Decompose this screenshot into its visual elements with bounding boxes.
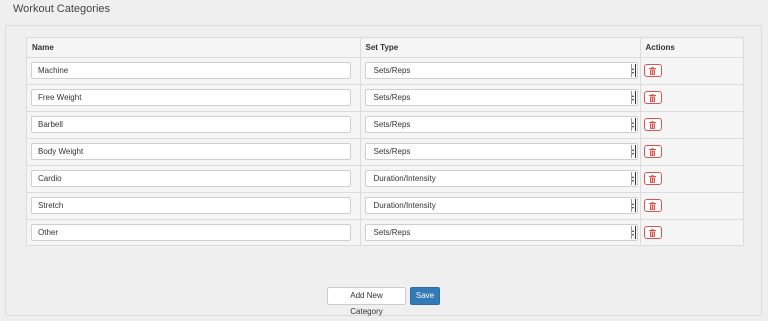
set-type-cell: Sets/Reps	[360, 138, 641, 166]
set-type-value: Sets/Reps	[373, 66, 411, 75]
form-actions: Add New Category Save	[327, 287, 440, 316]
set-type-select[interactable]: Sets/Reps	[364, 143, 638, 160]
set-type-cell: Duration/Intensity	[360, 165, 641, 193]
set-type-cell: Duration/Intensity	[360, 192, 641, 220]
set-type-select[interactable]: Sets/Reps	[364, 116, 638, 133]
set-type-value: Duration/Intensity	[373, 174, 436, 183]
trash-icon	[649, 66, 656, 75]
table-row: Duration/Intensity	[27, 165, 743, 193]
actions-cell	[640, 219, 743, 246]
trash-icon	[649, 174, 656, 183]
actions-cell	[640, 111, 743, 139]
delete-category-button[interactable]	[643, 226, 662, 240]
set-type-value: Sets/Reps	[373, 228, 411, 238]
set-type-select[interactable]: Sets/Reps	[364, 62, 638, 79]
set-type-value: Sets/Reps	[373, 120, 411, 129]
select-arrow-icon	[630, 172, 636, 185]
set-type-select[interactable]: Duration/Intensity	[364, 170, 638, 187]
actions-cell	[640, 84, 743, 112]
category-name-input[interactable]	[31, 224, 351, 242]
trash-icon	[649, 120, 656, 129]
select-arrow-icon	[630, 91, 636, 104]
name-cell	[27, 84, 361, 112]
name-cell	[27, 219, 361, 246]
select-arrow-icon	[630, 118, 636, 131]
set-type-value: Duration/Intensity	[373, 201, 436, 210]
select-arrow-icon	[630, 145, 636, 158]
delete-category-button[interactable]	[643, 118, 662, 131]
delete-category-button[interactable]	[643, 64, 662, 77]
set-type-cell: Sets/Reps	[360, 57, 641, 85]
header-set-type: Set Type	[360, 38, 641, 58]
trash-icon	[649, 147, 656, 156]
actions-cell	[640, 165, 743, 193]
set-type-select[interactable]: Sets/Reps	[364, 224, 638, 242]
actions-cell	[640, 192, 743, 220]
trash-icon	[649, 228, 656, 237]
set-type-cell: Sets/Reps	[360, 84, 641, 112]
delete-category-button[interactable]	[643, 172, 662, 185]
table-row: Sets/Reps	[27, 111, 743, 139]
name-cell	[27, 165, 361, 193]
delete-category-button[interactable]	[643, 91, 662, 104]
category-name-input[interactable]	[31, 197, 351, 214]
table-row: Sets/Reps	[27, 219, 743, 246]
set-type-select[interactable]: Duration/Intensity	[364, 197, 638, 214]
name-cell	[27, 111, 361, 139]
save-button[interactable]: Save	[410, 287, 440, 305]
actions-cell	[640, 138, 743, 166]
page-title: Workout Categories	[13, 3, 111, 15]
category-name-input[interactable]	[31, 143, 351, 160]
set-type-select[interactable]: Sets/Reps	[364, 89, 638, 106]
category-name-input[interactable]	[31, 89, 351, 106]
table-row: Sets/Reps	[27, 138, 743, 166]
select-arrow-icon	[630, 226, 636, 240]
table-row: Duration/Intensity	[27, 192, 743, 220]
category-name-input[interactable]	[31, 116, 351, 133]
category-name-input[interactable]	[31, 62, 351, 79]
categories-panel: Name Set Type Actions Sets/Reps	[5, 25, 762, 316]
header-actions: Actions	[640, 38, 743, 58]
table-row: Sets/Reps	[27, 84, 743, 112]
table-row: Sets/Reps	[27, 57, 743, 85]
categories-table: Name Set Type Actions Sets/Reps	[27, 38, 743, 246]
delete-category-button[interactable]	[643, 145, 662, 158]
category-name-input[interactable]	[31, 170, 351, 187]
select-arrow-icon	[630, 64, 636, 77]
categories-table-container: Name Set Type Actions Sets/Reps	[26, 37, 744, 246]
set-type-cell: Sets/Reps	[360, 111, 641, 139]
set-type-value: Sets/Reps	[373, 93, 411, 102]
set-type-cell: Sets/Reps	[360, 219, 641, 246]
name-cell	[27, 138, 361, 166]
name-cell	[27, 192, 361, 220]
select-arrow-icon	[630, 199, 636, 212]
name-cell	[27, 57, 361, 85]
trash-icon	[649, 93, 656, 102]
add-category-button[interactable]: Add New Category	[327, 287, 406, 316]
actions-cell	[640, 57, 743, 85]
header-name: Name	[27, 38, 361, 58]
set-type-value: Sets/Reps	[373, 147, 411, 156]
delete-category-button[interactable]	[643, 199, 662, 212]
trash-icon	[649, 201, 656, 210]
table-header-row: Name Set Type Actions	[27, 38, 743, 58]
